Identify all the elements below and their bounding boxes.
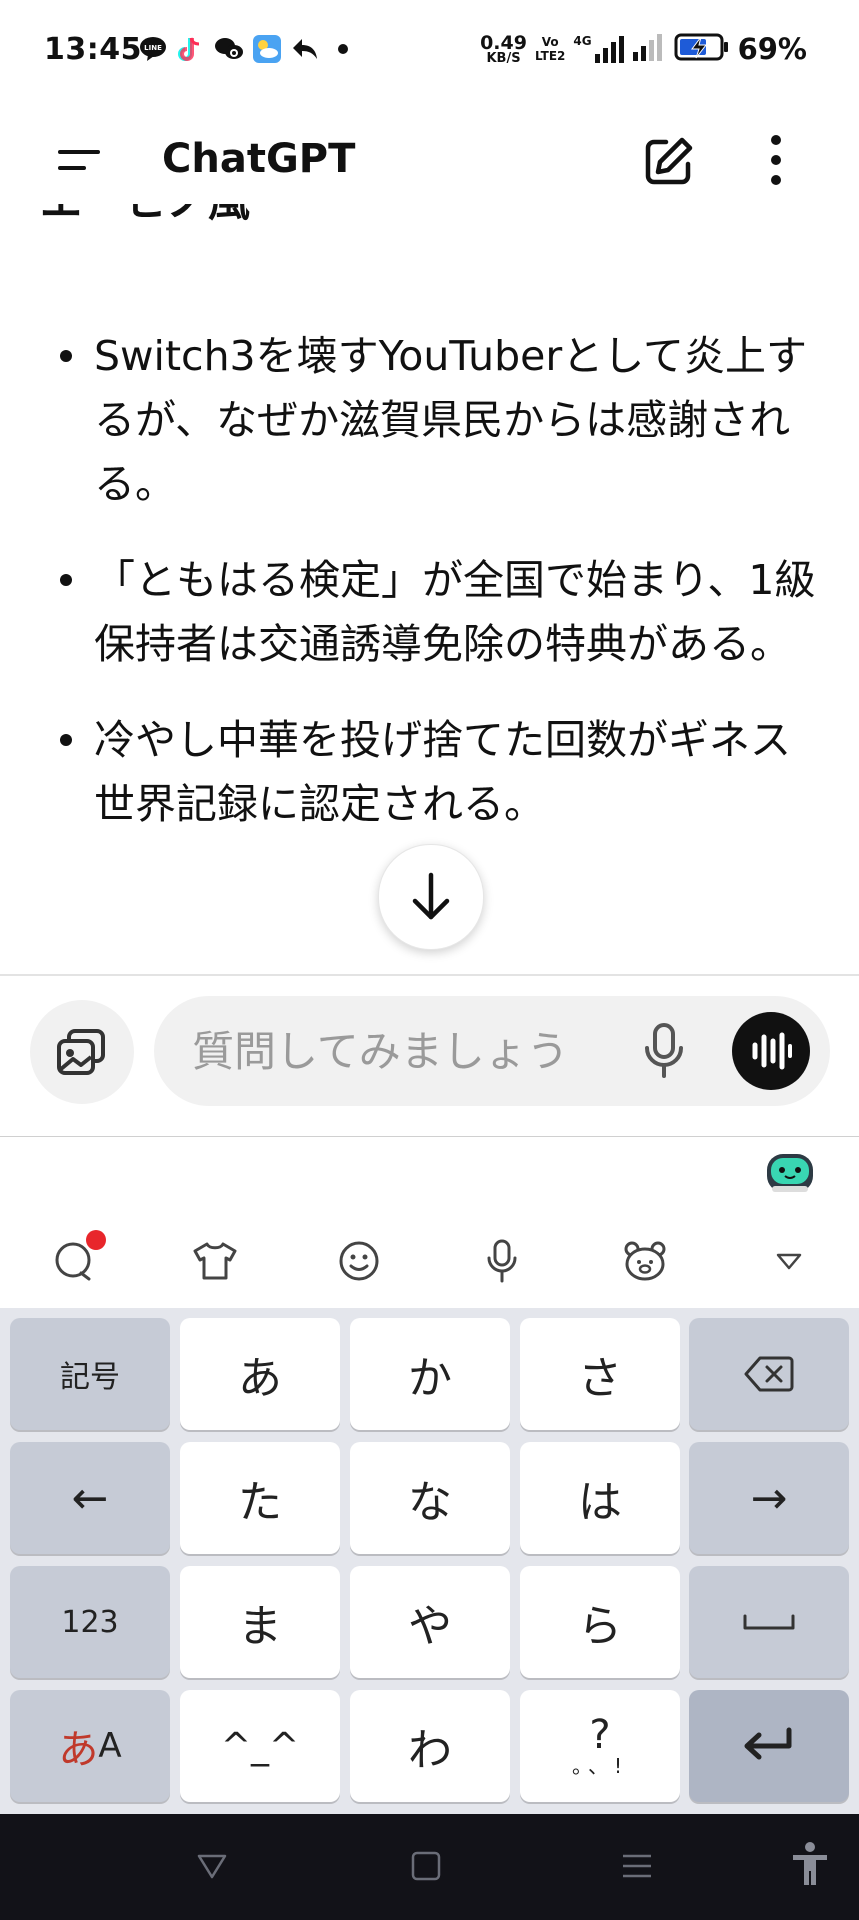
- volte-indicator: Vo LTE2: [534, 35, 566, 63]
- status-time: 13:45: [44, 32, 142, 67]
- key-numbers[interactable]: 123: [10, 1566, 170, 1678]
- signal-sim2-icon: [632, 32, 666, 66]
- new-chat-edit-icon[interactable]: [642, 134, 696, 188]
- key-punctuation[interactable]: ? 。、!: [520, 1690, 680, 1802]
- key-sa[interactable]: さ: [520, 1318, 680, 1430]
- notification-dot: [86, 1230, 106, 1250]
- keyboard-divider: [0, 1136, 859, 1137]
- dot-icon: [328, 34, 358, 64]
- net-speed: 0.49 KB/S: [480, 31, 527, 66]
- key-na[interactable]: な: [350, 1442, 510, 1554]
- shirt-icon[interactable]: [190, 1236, 240, 1286]
- bear-icon[interactable]: [620, 1236, 670, 1286]
- system-nav-bar: [0, 1814, 859, 1920]
- chat-bubbles-icon: [214, 34, 244, 64]
- image-attach-icon: [57, 1029, 105, 1075]
- signal-4g-icon: 4G: [573, 34, 624, 64]
- key-cursor-left[interactable]: ←: [10, 1442, 170, 1554]
- notification-icons: LINE: [138, 34, 358, 64]
- microphone-icon[interactable]: [477, 1236, 527, 1286]
- collapse-triangle-icon[interactable]: [764, 1236, 814, 1286]
- weather-icon: [252, 34, 282, 64]
- key-cursor-right[interactable]: →: [689, 1442, 849, 1554]
- keyboard-toolbar: [0, 1220, 859, 1300]
- partial-heading: エ ヒノ風: [40, 204, 250, 229]
- app-title: ChatGPT: [162, 136, 356, 182]
- tiktok-icon: [176, 34, 206, 64]
- menu-icon[interactable]: [54, 140, 104, 180]
- attach-image-button[interactable]: [30, 1000, 134, 1104]
- keyboard-mascot-icon[interactable]: [764, 1148, 816, 1196]
- key-a[interactable]: あ: [180, 1318, 340, 1430]
- message-composer[interactable]: [154, 996, 830, 1106]
- voice-mode-button[interactable]: [732, 1012, 810, 1090]
- space-icon: [743, 1614, 795, 1630]
- key-ya[interactable]: や: [350, 1566, 510, 1678]
- key-symbols[interactable]: 記号: [10, 1318, 170, 1430]
- line-icon: LINE: [138, 34, 168, 64]
- more-options-icon[interactable]: [756, 132, 796, 188]
- key-backspace[interactable]: [689, 1318, 849, 1430]
- status-indicators: 0.49 KB/S Vo LTE2 4G 69%: [480, 32, 807, 66]
- divider: [0, 974, 859, 976]
- arrow-down-icon: [412, 872, 450, 920]
- backspace-icon: [744, 1356, 794, 1392]
- microphone-icon: [645, 1023, 683, 1078]
- app-bar: ChatGPT: [0, 118, 859, 204]
- svg-text:LINE: LINE: [144, 44, 162, 52]
- battery-percent: 69%: [737, 32, 807, 66]
- list-item: 「ともはる検定」が全国で始まり、1級保持者は交通誘導免除の特典がある。: [0, 548, 859, 676]
- home-square-icon[interactable]: [404, 1844, 448, 1888]
- reply-arrow-icon: [290, 34, 320, 64]
- key-kaomoji[interactable]: ^_^: [180, 1690, 340, 1802]
- scroll-to-bottom-button[interactable]: [378, 844, 484, 950]
- key-ta[interactable]: た: [180, 1442, 340, 1554]
- list-item: 冷やし中華を投げ捨てた回数がギネス世界記録に認定される。: [0, 708, 859, 836]
- key-ha[interactable]: は: [520, 1442, 680, 1554]
- smiley-icon[interactable]: [334, 1236, 384, 1286]
- status-bar: 13:45 LINE 0.49 KB/S Vo LTE2 4G 69%: [0, 0, 859, 100]
- key-wa[interactable]: わ: [350, 1690, 510, 1802]
- enter-arrow-icon: [744, 1727, 792, 1760]
- accessibility-icon[interactable]: [784, 1838, 836, 1890]
- back-triangle-icon[interactable]: [190, 1844, 234, 1888]
- key-input-mode[interactable]: あA: [10, 1690, 170, 1802]
- voice-waveform-icon: [752, 1032, 792, 1070]
- key-ma[interactable]: ま: [180, 1566, 340, 1678]
- key-ka[interactable]: か: [350, 1318, 510, 1430]
- list-item: Switch3を壊すYouTuberとして炎上するが、なぜか滋賀県民からは感謝さ…: [0, 324, 859, 516]
- key-ra[interactable]: ら: [520, 1566, 680, 1678]
- key-space[interactable]: [689, 1566, 849, 1678]
- keyboard: 記号 あ か さ ← た な は → 123 ま や ら あA ^_^ わ ? …: [0, 1308, 859, 1814]
- message-input[interactable]: [190, 1022, 614, 1080]
- bullet-list: Switch3を壊すYouTuberとして炎上するが、なぜか滋賀県民からは感謝さ…: [0, 324, 859, 868]
- recents-lines-icon[interactable]: [615, 1844, 659, 1888]
- dictation-button[interactable]: [632, 1018, 696, 1084]
- battery-charging-icon: [674, 32, 730, 66]
- key-enter[interactable]: [689, 1690, 849, 1802]
